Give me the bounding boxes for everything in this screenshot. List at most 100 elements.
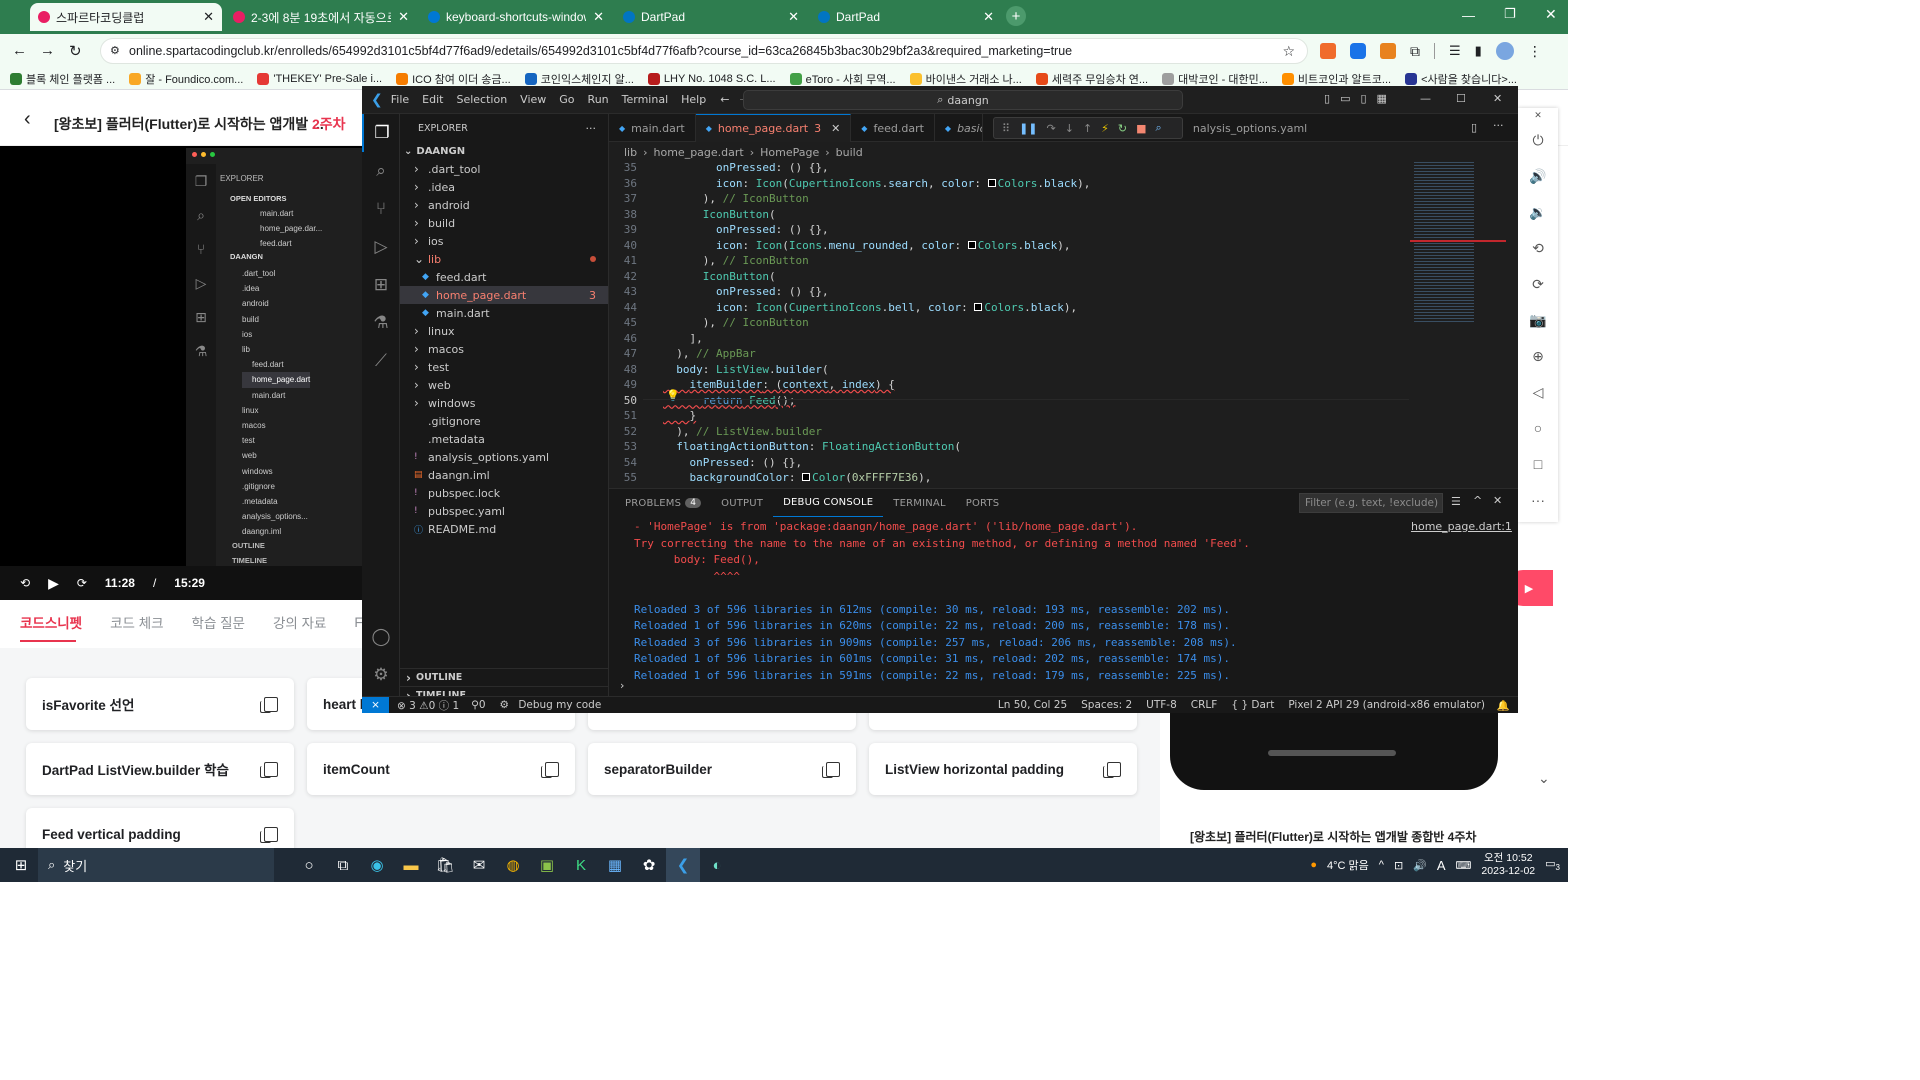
code-line[interactable]: 45 ), // IconButton (609, 315, 1409, 331)
volume-icon[interactable]: 🔊 (1413, 859, 1427, 872)
edge-icon[interactable]: ◉ (360, 848, 394, 882)
console-prompt-icon[interactable]: › (620, 679, 624, 692)
game-icon[interactable]: ✿ (632, 848, 666, 882)
file-item[interactable]: ! pubspec.yaml (400, 502, 608, 520)
page-tab[interactable]: 코드 체크 (110, 612, 163, 632)
keyboard-icon[interactable]: ⌨ (1456, 859, 1472, 872)
shield-icon[interactable] (1350, 43, 1366, 59)
file-item[interactable]: .metadata (400, 430, 608, 448)
sidebar-section[interactable]: › OUTLINE (400, 668, 609, 686)
rewind-icon[interactable]: ⟲ (20, 576, 30, 590)
editor-tab[interactable]: ◆ home_page.dart 3 ✕ (695, 114, 852, 142)
folder-item[interactable]: › linux (400, 322, 608, 340)
bookmark-item[interactable]: 비트코인과 알트코... (1281, 71, 1391, 87)
tray-chevron-icon[interactable]: ^ (1379, 859, 1384, 871)
back-chevron-icon[interactable]: ‹ (24, 108, 31, 131)
menu-file[interactable]: File (391, 93, 409, 106)
code-line[interactable]: 47 ), // AppBar (609, 346, 1409, 362)
copy-icon[interactable] (260, 826, 278, 843)
page-tab[interactable]: 코드스니펫 (20, 612, 82, 632)
code-line[interactable]: 49 itemBuilder: (context, index) { (609, 377, 1409, 393)
run-debug-icon[interactable]: ▷ (362, 228, 400, 266)
panel-tab[interactable]: OUTPUT (711, 489, 773, 517)
eol-status[interactable]: CRLF (1191, 699, 1218, 711)
menu-go[interactable]: Go (559, 93, 574, 106)
tab-close-icon[interactable]: ✕ (398, 9, 409, 25)
store-icon[interactable]: 🛍 (428, 848, 462, 882)
reload-icon[interactable]: ↻ (69, 42, 82, 60)
file-item[interactable]: .gitignore (400, 412, 608, 430)
close-window-button[interactable]: ✕ (1545, 6, 1557, 23)
folder-item[interactable]: › ios (400, 232, 608, 250)
pause-icon[interactable]: ❚❚ (1019, 122, 1037, 135)
play-icon[interactable]: ▶ (48, 575, 59, 592)
code-line[interactable]: 35 onPressed: () {}, (609, 160, 1409, 176)
power-icon[interactable]: ⏻ (1518, 122, 1558, 158)
profile-avatar[interactable] (1495, 42, 1514, 60)
flutter-icon[interactable]: ⟋ (362, 342, 400, 380)
editor-more-icon[interactable]: ··· (1493, 119, 1504, 132)
metamask-icon[interactable] (1380, 43, 1396, 59)
chrome-icon[interactable]: ◍ (496, 848, 530, 882)
editor-tab[interactable]: ◆ feed.dart (851, 114, 935, 142)
folder-item[interactable]: › web (400, 376, 608, 394)
folder-item[interactable]: ⌄ lib (400, 250, 608, 268)
extension-icon[interactable] (1320, 43, 1336, 59)
notification-center-icon[interactable]: ▭3 (1545, 857, 1560, 872)
manage-gear-icon[interactable]: ⚙ (362, 656, 400, 694)
site-info-icon[interactable]: ⚙ (110, 44, 120, 57)
ime-indicator[interactable]: A (1437, 858, 1446, 873)
file-item[interactable]: ◆ feed.dart (400, 268, 608, 286)
encoding-status[interactable]: UTF-8 (1146, 699, 1177, 711)
vs-close-button[interactable]: ✕ (1493, 92, 1502, 105)
browser-tab[interactable]: DartPad ✕ (615, 3, 807, 31)
step-out-icon[interactable]: ↑ (1083, 122, 1092, 135)
page-tab[interactable]: 학습 질문 (192, 612, 245, 632)
breadcrumb-item[interactable]: build (836, 146, 863, 159)
account-icon[interactable]: ◯ (362, 618, 400, 656)
forward-icon[interactable]: ⟳ (77, 576, 87, 590)
network-icon[interactable]: ⊡ (1394, 859, 1403, 872)
bookmark-item[interactable]: LHY No. 1048 S.C. L... (647, 72, 776, 85)
video-player[interactable]: ❐ ⌕ ⑂ ▷ ⊞ ⚗ EXPLORER OPEN EDITORS main.d… (0, 146, 362, 568)
indent-status[interactable]: Spaces: 2 (1081, 699, 1132, 711)
browser-tab[interactable]: 2-3에 8분 19초에서 자동으로 ✕ (225, 3, 417, 31)
code-line[interactable]: 46 ], (609, 331, 1409, 347)
copy-icon[interactable] (1103, 761, 1121, 778)
extensions-icon[interactable]: ⊞ (362, 266, 400, 304)
tab-close-icon[interactable]: ✕ (788, 9, 799, 25)
tab-close-icon[interactable]: ✕ (593, 9, 604, 25)
panel-tab[interactable]: PROBLEMS 4 (615, 489, 711, 517)
snippet-card[interactable]: DartPad ListView.builder 학습 (26, 743, 294, 795)
drag-handle-icon[interactable]: ⠿ (1002, 122, 1010, 135)
copy-icon[interactable] (541, 761, 559, 778)
chevron-down-icon[interactable]: ⌄ (1538, 770, 1550, 787)
folder-item[interactable]: › macos (400, 340, 608, 358)
weather-text[interactable]: 4°C 맑음 (1327, 857, 1369, 873)
bookmark-item[interactable]: <사람을 찾습니다>... (1405, 71, 1517, 87)
file-item[interactable]: ! analysis_options.yaml (400, 448, 608, 466)
vs-minimize-button[interactable]: — (1420, 92, 1431, 105)
file-explorer-icon[interactable]: ▬ (394, 848, 428, 882)
tab-close-icon[interactable]: ✕ (983, 9, 994, 25)
code-line[interactable]: 44 icon: Icon(CupertinoIcons.bell, color… (609, 300, 1409, 316)
task-view-icon[interactable]: ⧉ (326, 848, 360, 882)
vs-maximize-button[interactable]: ☐ (1456, 92, 1466, 105)
language-status[interactable]: { } Dart (1231, 699, 1274, 711)
restore-window-button[interactable]: ❐ (1504, 6, 1516, 22)
restart-icon[interactable]: ↻ (1118, 122, 1127, 135)
puzzle-icon[interactable]: ⧉ (1410, 43, 1420, 60)
bookmark-item[interactable]: 블록 체인 플랫폼 ... (10, 71, 115, 87)
sidepanel-icon[interactable]: ▮ (1475, 43, 1482, 59)
folder-item[interactable]: › .dart_tool (400, 160, 608, 178)
calculator-icon[interactable]: ▦ (598, 848, 632, 882)
dartpad-taskbar-icon[interactable]: ◐ (700, 848, 734, 882)
code-line[interactable]: 40 icon: Icon(Icons.menu_rounded, color:… (609, 238, 1409, 254)
snippet-card[interactable]: ListView horizontal padding (869, 743, 1137, 795)
code-line[interactable]: 39 onPressed: () {}, (609, 222, 1409, 238)
snippet-card[interactable]: isFavorite 선언 (26, 678, 294, 730)
cursor-position[interactable]: Ln 50, Col 25 (998, 699, 1067, 711)
zoom-icon[interactable]: ⊕ (1518, 338, 1558, 374)
toggle-sidebar-icon[interactable]: ▯ (1324, 92, 1330, 105)
breadcrumb-item[interactable]: HomePage (760, 146, 819, 159)
